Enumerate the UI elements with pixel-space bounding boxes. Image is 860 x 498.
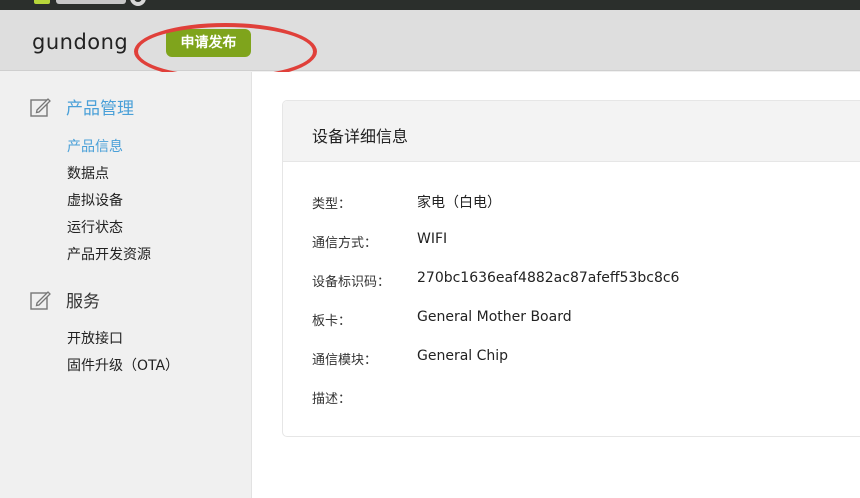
sidebar-item-open-api[interactable]: 开放接口 [67, 328, 123, 348]
field-value-comm-module: General Chip [417, 348, 509, 364]
field-label-comm-module: 通信模块： [312, 353, 378, 368]
device-detail-card: 设备详细信息 类型： 家电（白电） 通信方式： WIFI 设备标识码： 270b… [282, 100, 860, 437]
sidebar-item-product-info[interactable]: 产品信息 [67, 136, 123, 156]
sidebar: 产品管理 产品信息 数据点 虚拟设备 运行状态 产品开发资源 服务 开放接口 固… [0, 72, 252, 498]
field-value-type: 家电（白电） [417, 195, 501, 211]
card-header: 设备详细信息 [283, 101, 860, 162]
sidebar-item-virtual-device[interactable]: 虚拟设备 [67, 190, 123, 210]
logo-glyph [130, 0, 146, 6]
top-bar [0, 0, 860, 10]
logo [56, 0, 126, 4]
publish-button[interactable]: 申请发布 [166, 29, 251, 57]
sidebar-item-dev-resources[interactable]: 产品开发资源 [67, 244, 151, 264]
main-content: 设备详细信息 类型： 家电（白电） 通信方式： WIFI 设备标识码： 270b… [252, 72, 860, 498]
product-header: gundong 申请发布 [0, 10, 860, 80]
sidebar-section-title: 产品管理 [66, 99, 134, 119]
edit-icon [30, 96, 52, 118]
sidebar-section-services: 服务 [30, 287, 100, 312]
field-value-board: General Mother Board [417, 309, 572, 325]
field-value-device-id: 270bc1636eaf4882ac87afeff53bc8c6 [417, 270, 680, 286]
edit-icon [30, 289, 52, 311]
sidebar-section-product-management: 产品管理 [30, 94, 134, 119]
field-label-device-id: 设备标识码： [312, 275, 391, 290]
sidebar-section-title: 服务 [66, 292, 100, 312]
sidebar-item-run-status[interactable]: 运行状态 [67, 217, 123, 237]
product-name: gundong [32, 30, 129, 54]
field-label-description: 描述： [312, 392, 352, 407]
field-label-comm-method: 通信方式： [312, 236, 378, 251]
field-value-comm-method: WIFI [417, 231, 448, 247]
sidebar-item-firmware-ota[interactable]: 固件升级（OTA） [67, 355, 179, 375]
card-title: 设备详细信息 [312, 127, 409, 146]
sidebar-item-data-points[interactable]: 数据点 [67, 163, 109, 183]
logo-mark [34, 0, 50, 4]
field-label-type: 类型： [312, 197, 352, 212]
field-label-board: 板卡： [312, 314, 352, 329]
